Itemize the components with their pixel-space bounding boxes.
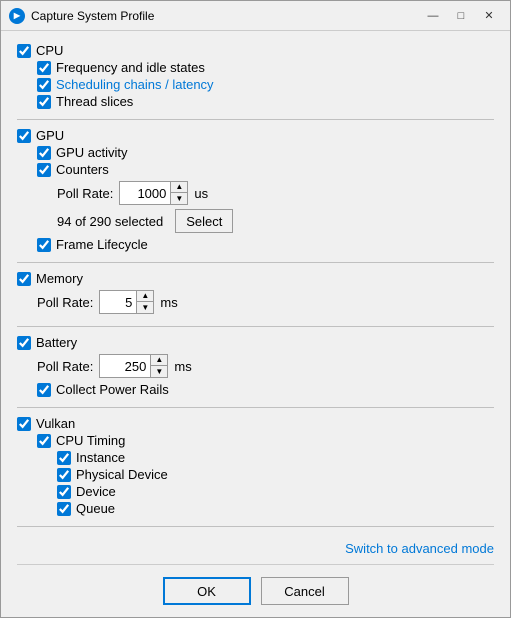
window-title: Capture System Profile	[31, 9, 420, 23]
main-window: ▶ Capture System Profile — □ ✕ CPU Frequ…	[0, 0, 511, 618]
battery-header: Battery	[17, 335, 494, 350]
minimize-button[interactable]: —	[420, 5, 446, 27]
queue-row: Queue	[17, 501, 494, 516]
window-icon: ▶	[9, 8, 25, 24]
gpu-activity-label: GPU activity	[56, 145, 128, 160]
cpu-timing-checkbox[interactable]	[37, 434, 51, 448]
battery-poll-rate-spinner: ▲ ▼	[99, 354, 168, 378]
cancel-button[interactable]: Cancel	[261, 577, 349, 605]
sched-chains-checkbox[interactable]	[37, 78, 51, 92]
battery-poll-rate-input[interactable]	[100, 355, 150, 377]
counters-selected-text: 94 of 290 selected	[57, 214, 163, 229]
cpu-section: CPU Frequency and idle states Scheduling…	[17, 41, 494, 120]
vulkan-checkbox[interactable]	[17, 417, 31, 431]
battery-poll-rate-label: Poll Rate:	[37, 359, 93, 374]
gpu-activity-checkbox[interactable]	[37, 146, 51, 160]
counters-label: Counters	[56, 162, 109, 177]
cpu-timing-row: CPU Timing	[17, 433, 494, 448]
instance-checkbox[interactable]	[57, 451, 71, 465]
frame-lifecycle-label: Frame Lifecycle	[56, 237, 148, 252]
physical-device-label: Physical Device	[76, 467, 168, 482]
cpu-checkbox[interactable]	[17, 44, 31, 58]
footer: Switch to advanced mode OK Cancel	[1, 533, 510, 617]
memory-checkbox[interactable]	[17, 272, 31, 286]
battery-poll-rate-down[interactable]: ▼	[151, 366, 167, 377]
content-area: CPU Frequency and idle states Scheduling…	[1, 31, 510, 533]
footer-buttons: OK Cancel	[17, 564, 494, 605]
gpu-poll-rate-unit: us	[194, 186, 208, 201]
battery-poll-rate-row: Poll Rate: ▲ ▼ ms	[17, 354, 494, 378]
physical-device-row: Physical Device	[17, 467, 494, 482]
memory-poll-rate-up[interactable]: ▲	[137, 291, 153, 302]
memory-poll-rate-down[interactable]: ▼	[137, 302, 153, 313]
counters-selected-row: 94 of 290 selected Select	[17, 209, 494, 233]
select-button[interactable]: Select	[175, 209, 233, 233]
counters-row: Counters	[17, 162, 494, 177]
sched-chains-label: Scheduling chains / latency	[56, 77, 214, 92]
gpu-label: GPU	[36, 128, 64, 143]
gpu-poll-rate-buttons: ▲ ▼	[170, 182, 187, 204]
freq-idle-label: Frequency and idle states	[56, 60, 205, 75]
restore-button[interactable]: □	[448, 5, 474, 27]
memory-poll-rate-buttons: ▲ ▼	[136, 291, 153, 313]
queue-label: Queue	[76, 501, 115, 516]
battery-checkbox[interactable]	[17, 336, 31, 350]
gpu-header: GPU	[17, 128, 494, 143]
battery-poll-rate-up[interactable]: ▲	[151, 355, 167, 366]
gpu-poll-rate-spinner: ▲ ▼	[119, 181, 188, 205]
memory-poll-rate-row: Poll Rate: ▲ ▼ ms	[17, 290, 494, 314]
memory-poll-rate-input[interactable]	[100, 291, 136, 313]
queue-checkbox[interactable]	[57, 502, 71, 516]
device-checkbox[interactable]	[57, 485, 71, 499]
battery-poll-rate-unit: ms	[174, 359, 191, 374]
freq-idle-checkbox[interactable]	[37, 61, 51, 75]
gpu-activity-row: GPU activity	[17, 145, 494, 160]
footer-top: Switch to advanced mode	[17, 541, 494, 556]
collect-power-rails-label: Collect Power Rails	[56, 382, 169, 397]
gpu-checkbox[interactable]	[17, 129, 31, 143]
memory-header: Memory	[17, 271, 494, 286]
collect-power-rails-row: Collect Power Rails	[17, 382, 494, 397]
titlebar-controls: — □ ✕	[420, 5, 502, 27]
frame-lifecycle-row: Frame Lifecycle	[17, 237, 494, 252]
battery-section: Battery Poll Rate: ▲ ▼ ms Collect Power …	[17, 333, 494, 408]
gpu-poll-rate-input[interactable]	[120, 182, 170, 204]
cpu-timing-label: CPU Timing	[56, 433, 125, 448]
ok-button[interactable]: OK	[163, 577, 251, 605]
physical-device-checkbox[interactable]	[57, 468, 71, 482]
close-button[interactable]: ✕	[476, 5, 502, 27]
memory-poll-rate-spinner: ▲ ▼	[99, 290, 154, 314]
gpu-section: GPU GPU activity Counters Poll Rate: ▲ ▼	[17, 126, 494, 263]
gpu-poll-rate-down[interactable]: ▼	[171, 193, 187, 204]
thread-slices-row: Thread slices	[17, 94, 494, 109]
titlebar: ▶ Capture System Profile — □ ✕	[1, 1, 510, 31]
vulkan-header: Vulkan	[17, 416, 494, 431]
gpu-poll-rate-up[interactable]: ▲	[171, 182, 187, 193]
device-row: Device	[17, 484, 494, 499]
collect-power-rails-checkbox[interactable]	[37, 383, 51, 397]
counters-checkbox[interactable]	[37, 163, 51, 177]
gpu-poll-rate-label: Poll Rate:	[57, 186, 113, 201]
memory-section: Memory Poll Rate: ▲ ▼ ms	[17, 269, 494, 327]
cpu-header: CPU	[17, 43, 494, 58]
instance-label: Instance	[76, 450, 125, 465]
battery-label: Battery	[36, 335, 77, 350]
vulkan-section: Vulkan CPU Timing Instance Physical Devi…	[17, 414, 494, 527]
switch-advanced-link[interactable]: Switch to advanced mode	[345, 541, 494, 556]
battery-poll-rate-buttons: ▲ ▼	[150, 355, 167, 377]
freq-idle-row: Frequency and idle states	[17, 60, 494, 75]
memory-poll-rate-unit: ms	[160, 295, 177, 310]
instance-row: Instance	[17, 450, 494, 465]
memory-poll-rate-label: Poll Rate:	[37, 295, 93, 310]
memory-label: Memory	[36, 271, 83, 286]
device-label: Device	[76, 484, 116, 499]
cpu-label: CPU	[36, 43, 63, 58]
vulkan-label: Vulkan	[36, 416, 75, 431]
thread-slices-checkbox[interactable]	[37, 95, 51, 109]
sched-chains-row: Scheduling chains / latency	[17, 77, 494, 92]
frame-lifecycle-checkbox[interactable]	[37, 238, 51, 252]
thread-slices-label: Thread slices	[56, 94, 133, 109]
gpu-poll-rate-row: Poll Rate: ▲ ▼ us	[17, 181, 494, 205]
